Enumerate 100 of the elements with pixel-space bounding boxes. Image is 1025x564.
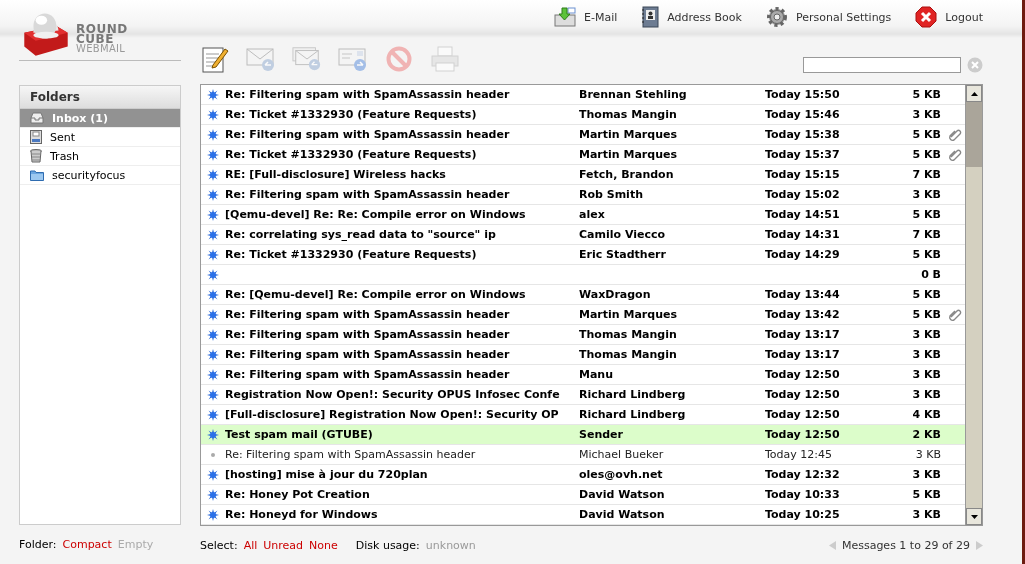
message-row[interactable]: Re: Honeyd for Windows David Watson Today 10:25 3 KB (201, 504, 965, 525)
message-subject: [Full-disclosure] Registration Now Open!: Security OP (225, 408, 559, 421)
message-date: Today 13:44 (765, 288, 840, 301)
message-subject: Re: Ticket #1332930 (Feature Requests) (225, 148, 477, 161)
message-row[interactable]: Re: Filtering spam with SpamAssassin header Thomas Mangin Today 13:17 3 KB (201, 344, 965, 365)
message-subject: Re: Filtering spam with SpamAssassin header (225, 348, 510, 361)
previous-page-icon[interactable] (828, 540, 836, 550)
message-row[interactable]: Test spam mail (GTUBE) Sender Today 12:50 2 KB (201, 424, 965, 445)
message-subject: RE: [Full-disclosure] Wireless hacks (225, 168, 446, 181)
folder-item[interactable]: Sent (20, 128, 180, 147)
inbox-download-icon (554, 7, 576, 27)
message-size: 7 KB (912, 168, 941, 181)
message-row[interactable]: [Full-disclosure] Registration Now Open!: Security OP Richard Lindberg Today 12:50 4 KB (201, 404, 965, 425)
compose-button[interactable] (200, 44, 230, 74)
message-count: Messages 1 to 29 of 29 (841, 538, 970, 552)
message-row[interactable]: Re: Filtering spam with SpamAssassin header Michael Bueker Today 12:45 3 KB (201, 444, 965, 465)
message-row[interactable]: Re: Ticket #1332930 (Feature Requests) Thomas Mangin Today 15:46 3 KB (201, 104, 965, 125)
message-subject: Re: Filtering spam with SpamAssassin header (225, 368, 510, 381)
message-size: 3 KB (912, 508, 941, 521)
message-date: Today 15:50 (765, 88, 840, 101)
message-size: 3 KB (912, 328, 941, 341)
tray-icon (30, 112, 44, 124)
message-size: 4 KB (912, 408, 941, 421)
message-size: 3 KB (912, 108, 941, 121)
message-sender: Martin Marques (579, 308, 677, 321)
message-row[interactable]: Re: Filtering spam with SpamAssassin header Manu Today 12:50 3 KB (201, 364, 965, 385)
message-size: 5 KB (912, 488, 941, 501)
nav-link[interactable]: Logout (915, 6, 983, 28)
message-sender: Thomas Mangin (579, 108, 677, 121)
message-subject: Re: Honey Pot Creation (225, 488, 370, 501)
scrollbar[interactable] (965, 85, 982, 525)
up-arrow-icon[interactable] (970, 91, 978, 96)
logo-text: ROUND (76, 24, 128, 34)
message-date: Today 14:51 (765, 208, 840, 221)
folder-item[interactable]: securityfocus (20, 166, 180, 185)
message-date: Today 13:42 (765, 308, 840, 321)
message-size: 5 KB (912, 148, 941, 161)
folder-action-link[interactable]: Compact (62, 537, 112, 551)
message-size: 3 KB (912, 188, 941, 201)
message-row[interactable]: 0 B (201, 264, 965, 285)
message-subject: Re: Honeyd for Windows (225, 508, 378, 521)
down-arrow-icon[interactable] (970, 514, 978, 519)
folder-item[interactable]: Trash (20, 147, 180, 166)
clear-search-icon[interactable] (967, 57, 983, 73)
scroll-thumb[interactable] (966, 102, 982, 167)
message-subject: Re: Ticket #1332930 (Feature Requests) (225, 248, 477, 261)
message-subject: Registration Now Open!: Security OPUS Infosec Confe (225, 388, 560, 401)
message-sender: oles@ovh.net (579, 468, 663, 481)
message-subject: Re: correlating sys_read data to "source" ip (225, 228, 496, 241)
nav-link[interactable]: Personal Settings (765, 6, 892, 28)
message-date: Today 15:46 (765, 108, 840, 121)
message-size: 5 KB (912, 128, 941, 141)
message-row[interactable]: [Qemu-devel] Re: Re: Compile error on Windows alex Today 14:51 5 KB (201, 204, 965, 225)
message-row[interactable]: Re: Filtering spam with SpamAssassin header Brennan Stehling Today 15:50 5 KB (201, 85, 965, 105)
nav-link[interactable]: E-Mail (554, 7, 618, 27)
message-sender: Thomas Mangin (579, 328, 677, 341)
message-subject: Re: Ticket #1332930 (Feature Requests) (225, 108, 477, 121)
select-link[interactable]: All (243, 538, 258, 552)
message-sender: David Watson (579, 488, 665, 501)
message-date: Today 12:50 (765, 368, 840, 381)
message-row[interactable]: Re: Filtering spam with SpamAssassin header Martin Marques Today 13:42 5 KB (201, 304, 965, 325)
message-date: Today 12:50 (765, 428, 840, 441)
next-page-icon[interactable] (976, 540, 983, 550)
message-row[interactable]: [hosting] mise à jour du 720plan oles@ovh.net Today 12:32 3 KB (201, 464, 965, 485)
message-size: 5 KB (912, 288, 941, 301)
close-icon (915, 6, 938, 28)
message-subject: Re: Filtering spam with SpamAssassin header (225, 88, 510, 101)
message-sender: Thomas Mangin (579, 348, 677, 361)
message-size: 5 KB (912, 88, 941, 101)
select-link[interactable]: None (309, 538, 338, 552)
message-row[interactable]: Re: [Qemu-devel] Re: Compile error on Windows WaxDragon Today 13:44 5 KB (201, 284, 965, 305)
message-row[interactable]: Re: Filtering spam with SpamAssassin header Thomas Mangin Today 13:17 3 KB (201, 324, 965, 345)
logo-text: CUBE (76, 34, 114, 44)
message-sender: Brennan Stehling (579, 88, 687, 101)
message-sender: alex (579, 208, 605, 221)
message-size: 3 KB (912, 348, 941, 361)
message-sender: Manu (579, 368, 614, 381)
message-row[interactable]: RE: [Full-disclosure] Wireless hacks Fetch, Brandon Today 15:15 7 KB (201, 164, 965, 185)
message-row[interactable]: Re: Filtering spam with SpamAssassin header Martin Marques Today 15:38 5 KB (201, 124, 965, 145)
nav-link[interactable]: Address Book (641, 6, 742, 28)
message-row[interactable]: Re: Ticket #1332930 (Feature Requests) Eric Stadtherr Today 14:29 5 KB (201, 244, 965, 265)
message-sender: Martin Marques (579, 148, 677, 161)
message-subject: Re: Filtering spam with SpamAssassin header (225, 328, 510, 341)
gear-icon (765, 6, 788, 28)
outbox-icon (30, 130, 42, 144)
message-size: 2 KB (912, 428, 941, 441)
message-row[interactable]: Re: Ticket #1332930 (Feature Requests) Martin Marques Today 15:37 5 KB (201, 144, 965, 165)
message-row[interactable]: Registration Now Open!: Security OPUS Infosec Confe Richard Lindberg Today 12:50 3 KB (201, 384, 965, 405)
select-link[interactable]: Unread (263, 538, 304, 552)
message-size: 7 KB (912, 228, 941, 241)
message-sender: Sender (579, 428, 623, 441)
message-sender: Fetch, Brandon (579, 168, 674, 181)
search-field[interactable] (803, 57, 961, 73)
message-row[interactable]: Re: Filtering spam with SpamAssassin header Rob Smith Today 15:02 3 KB (201, 184, 965, 205)
message-date: Today 12:45 (765, 448, 832, 461)
message-row[interactable]: Re: Honey Pot Creation David Watson Today 10:33 5 KB (201, 484, 965, 505)
message-date: Today 12:50 (765, 388, 840, 401)
message-row[interactable]: Re: correlating sys_read data to "source" ip Camilo Viecco Today 14:31 7 KB (201, 224, 965, 245)
message-sender: Michael Bueker (579, 448, 664, 461)
message-sender: Camilo Viecco (579, 228, 666, 241)
